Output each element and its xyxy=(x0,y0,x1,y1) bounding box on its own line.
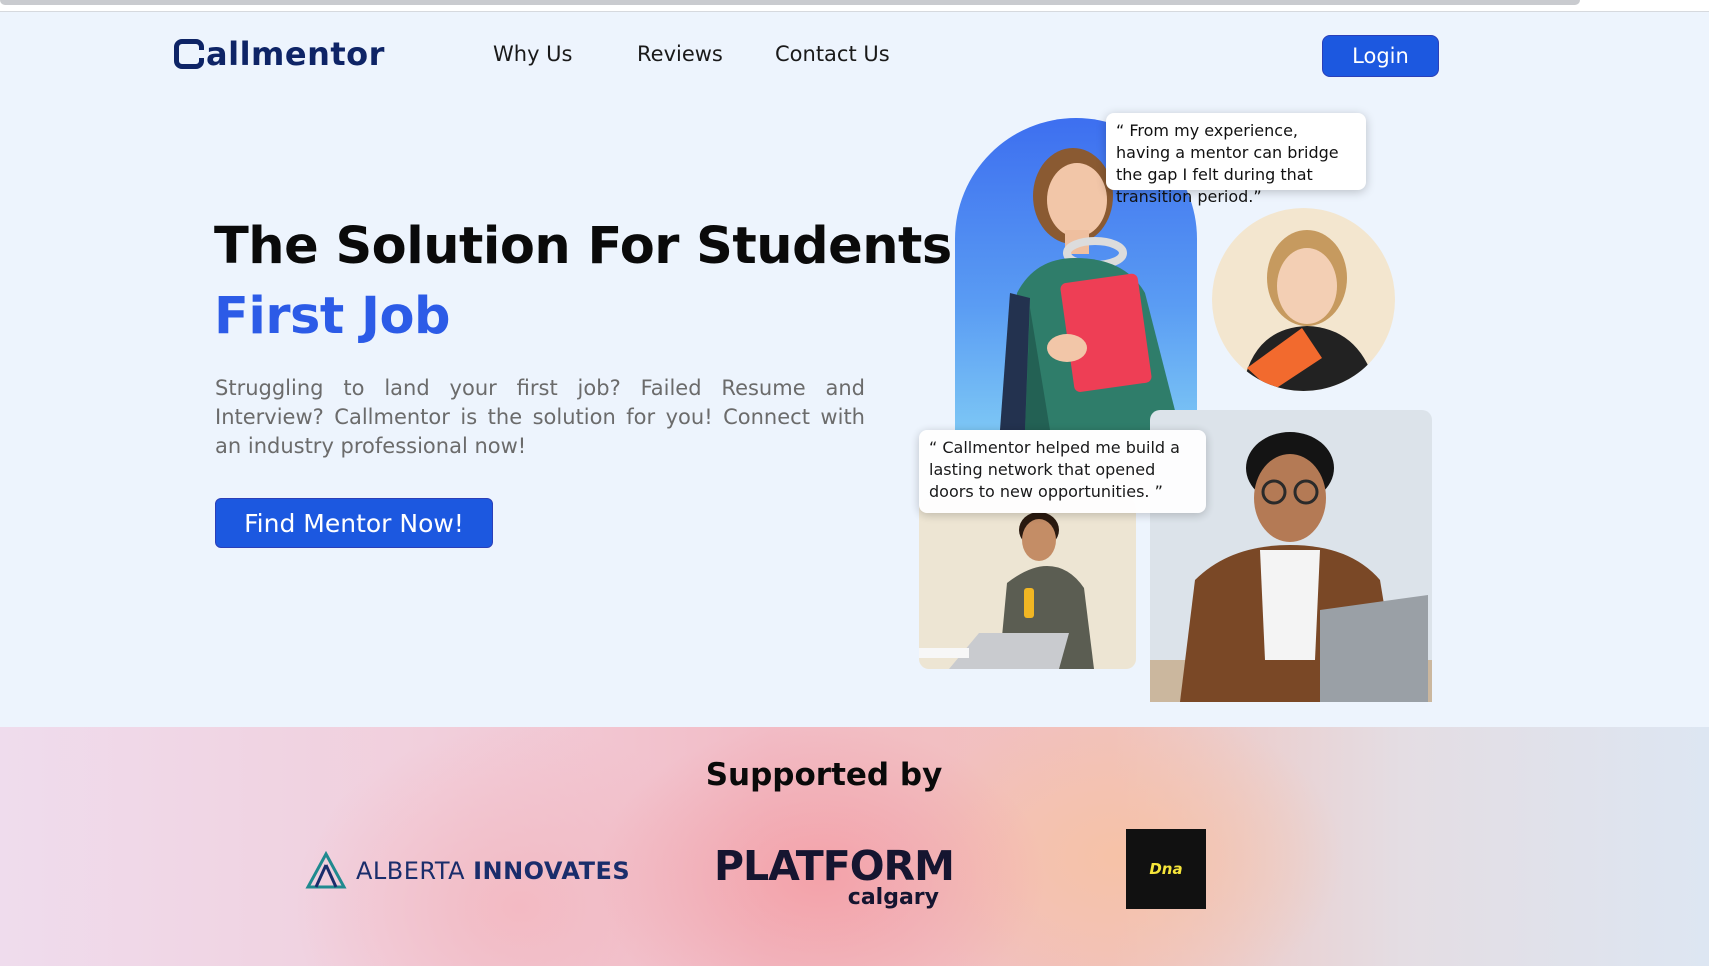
testimonial-bubble-2: “ Callmentor helped me build a lasting n… xyxy=(919,430,1206,513)
supported-by-title: Supported by xyxy=(705,757,943,793)
hero-title: The Solution For Students’ First Job xyxy=(214,212,971,352)
browser-top-strip xyxy=(0,0,1709,12)
hero-title-line1: The Solution For Students’ xyxy=(214,217,971,276)
login-button[interactable]: Login xyxy=(1322,35,1439,77)
calgary-text: calgary xyxy=(847,885,939,910)
alberta-text: ALBERTA xyxy=(356,857,466,885)
nav-why-us[interactable]: Why Us xyxy=(493,42,573,66)
platform-calgary-logo[interactable]: PLATFORM calgary xyxy=(714,842,955,910)
alberta-innovates-logo[interactable]: ALBERTA INNOVATES xyxy=(304,851,630,891)
logo-c-icon xyxy=(174,39,205,69)
dna-text: Dna xyxy=(1149,860,1183,878)
hero-title-line2: First Job xyxy=(214,287,450,346)
dna-logo[interactable]: Dna xyxy=(1126,829,1206,909)
alberta-innovates-icon xyxy=(305,851,347,889)
logo-text: allmentor xyxy=(206,35,385,73)
testimonial-bubble-1: “ From my experience, having a mentor ca… xyxy=(1106,113,1366,206)
supported-by-section: Supported by ALBERTA INNOVATES PLATFORM … xyxy=(0,727,1709,966)
callmentor-logo[interactable]: allmentor xyxy=(174,34,385,74)
mentor-woman-photo xyxy=(1212,208,1395,391)
nav-reviews[interactable]: Reviews xyxy=(637,42,723,66)
horizontal-scrollbar[interactable] xyxy=(0,0,1580,5)
innovates-text: INNOVATES xyxy=(473,857,631,885)
hero-description: Struggling to land your first job? Faile… xyxy=(215,376,865,458)
student-laptop-photo xyxy=(919,498,1136,669)
find-mentor-button[interactable]: Find Mentor Now! xyxy=(215,498,493,548)
nav-contact-us[interactable]: Contact Us xyxy=(775,42,890,66)
platform-text: PLATFORM xyxy=(714,842,955,890)
